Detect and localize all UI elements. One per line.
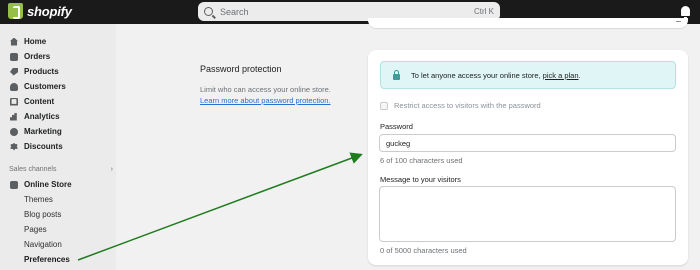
sidebar-subitem-themes[interactable]: Themes [24, 195, 53, 204]
pick-a-plan-link[interactable]: pick a plan [543, 71, 579, 80]
sidebar-item-label: Online Store [24, 180, 72, 189]
sidebar-subitem-blog-posts[interactable]: Blog posts [24, 210, 61, 219]
sidebar: Home Orders Products Customers Content A… [0, 24, 116, 270]
shopify-bag-icon [8, 3, 23, 19]
sales-channels-label: Sales channels [9, 166, 57, 173]
sidebar-item-online-store[interactable]: Online Store [10, 180, 72, 189]
banner-text: To let anyone access your online store, [411, 70, 541, 80]
section-description-text: Limit who can access your online store. [200, 85, 331, 94]
previous-card [368, 18, 688, 28]
password-help-text: 6 of 100 characters used [380, 156, 463, 165]
search-shortcut: Ctrl K [474, 7, 494, 16]
restrict-access-checkbox[interactable] [380, 101, 388, 110]
shopify-logo[interactable]: shopify [8, 3, 72, 19]
sidebar-item-discounts[interactable]: Discounts [10, 142, 63, 151]
search-icon [204, 7, 213, 16]
sidebar-subitem-preferences[interactable]: Preferences [24, 255, 70, 264]
sidebar-item-label: Orders [24, 52, 51, 61]
sidebar-item-label: Products [24, 67, 59, 76]
arrow-line [77, 152, 363, 261]
sidebar-item-products[interactable]: Products [10, 67, 59, 76]
message-field[interactable] [379, 186, 676, 242]
bell-icon[interactable] [681, 6, 690, 19]
chevron-right-icon: › [110, 166, 113, 173]
bar-chart-icon [10, 112, 17, 121]
sidebar-item-label: Content [24, 97, 55, 106]
sidebar-item-content[interactable]: Content [10, 97, 54, 106]
restrict-access-label: Restrict access to visitors with the pas… [394, 101, 541, 110]
message-label: Message to your visitors [380, 175, 461, 184]
person-icon [10, 82, 18, 91]
sidebar-item-analytics[interactable]: Analytics [10, 112, 60, 121]
learn-more-link[interactable]: Learn more about password protection. [200, 96, 331, 105]
content-icon [10, 97, 18, 106]
password-label: Password [380, 122, 413, 131]
banner-period: . [578, 70, 581, 80]
sales-channels-header[interactable]: Sales channels › [9, 166, 113, 173]
home-icon [10, 37, 18, 46]
sidebar-item-customers[interactable]: Customers [10, 82, 66, 91]
sidebar-subitem-navigation[interactable]: Navigation [24, 240, 62, 249]
brand-name: shopify [27, 3, 72, 19]
tag-icon [10, 67, 18, 76]
orders-icon [10, 52, 18, 61]
discount-icon [10, 142, 18, 151]
password-protection-card: To let anyone access your online store, … [368, 50, 688, 265]
restrict-access-row: Restrict access to visitors with the pas… [380, 101, 541, 110]
section-title: Password protection [200, 64, 282, 74]
password-field[interactable] [379, 134, 676, 152]
store-icon [10, 180, 18, 189]
sidebar-item-label: Marketing [24, 127, 62, 136]
sidebar-item-label: Customers [24, 82, 66, 91]
sidebar-subitem-pages[interactable]: Pages [24, 225, 47, 234]
section-description: Limit who can access your online store. … [200, 84, 350, 106]
lock-icon [393, 69, 400, 80]
sidebar-item-home[interactable]: Home [10, 37, 46, 46]
divider [676, 21, 681, 22]
search-placeholder: Search [220, 6, 249, 17]
sidebar-item-label: Discounts [24, 142, 63, 151]
sidebar-item-orders[interactable]: Orders [10, 52, 50, 61]
sidebar-item-marketing[interactable]: Marketing [10, 127, 62, 136]
sidebar-item-label: Home [24, 37, 47, 46]
info-banner: To let anyone access your online store, … [380, 61, 676, 89]
target-icon [10, 127, 18, 136]
message-help-text: 0 of 5000 characters used [380, 246, 467, 255]
sidebar-item-label: Analytics [24, 112, 60, 121]
